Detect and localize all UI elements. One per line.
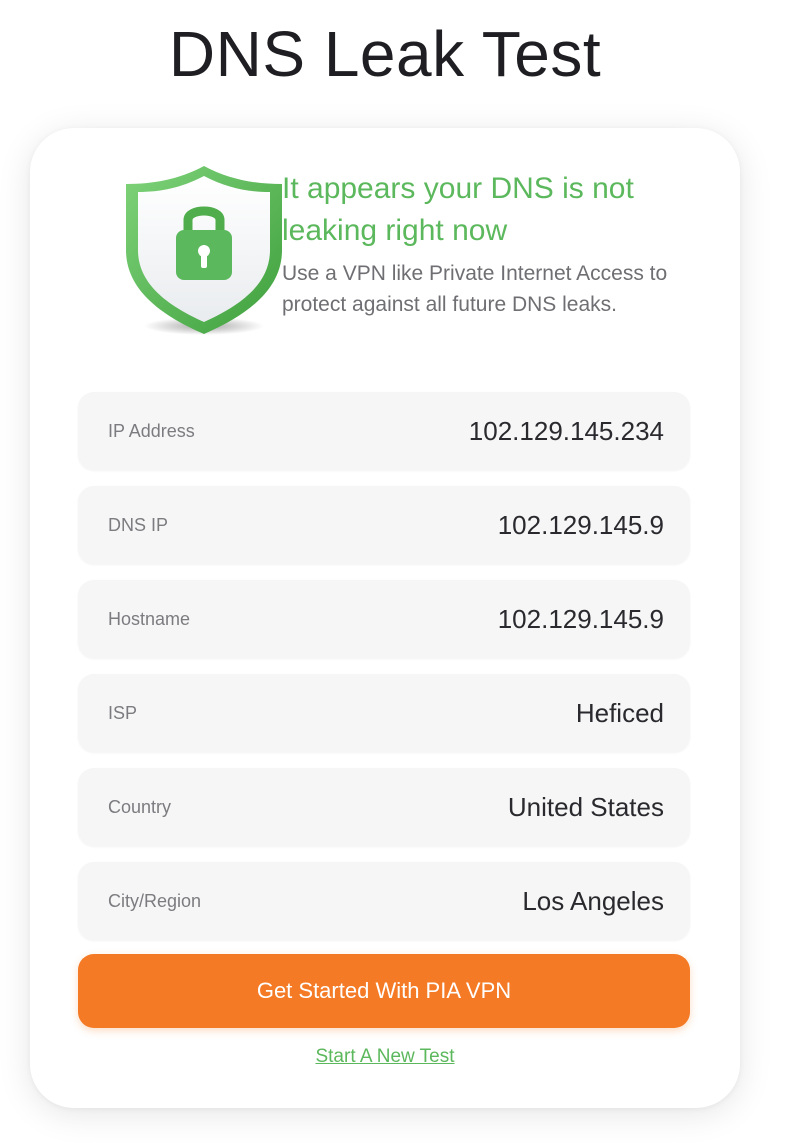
- detail-row-ip-address: IP Address 102.129.145.234: [78, 392, 690, 470]
- detail-row-dns-ip: DNS IP 102.129.145.9: [78, 486, 690, 564]
- detail-label: City/Region: [108, 891, 202, 911]
- status-description: Use a VPN like Private Internet Access t…: [282, 262, 668, 316]
- status-message: It appears your DNS is not leaking right…: [282, 168, 702, 320]
- detail-label: ISP: [108, 703, 138, 723]
- detail-row-city-region: City/Region Los Angeles: [78, 862, 690, 940]
- page-title: DNS Leak Test: [168, 18, 602, 90]
- shield-lock-icon: [126, 166, 282, 335]
- detail-value: 102.129.145.9: [497, 510, 664, 540]
- detail-label: Country: [108, 797, 172, 817]
- detail-row-country: Country United States: [78, 768, 690, 846]
- page: DNS Leak Test It appears your DNS is not…: [0, 0, 788, 1143]
- details-list: IP Address 102.129.145.234 DNS IP 102.12…: [78, 392, 690, 956]
- result-card: It appears your DNS is not leaking right…: [30, 128, 740, 1108]
- get-started-button[interactable]: Get Started With PIA VPN: [78, 954, 690, 1028]
- detail-row-hostname: Hostname 102.129.145.9: [78, 580, 690, 658]
- detail-label: IP Address: [108, 421, 195, 441]
- status-headline: It appears your DNS is not leaking right…: [282, 172, 634, 247]
- detail-row-isp: ISP Heficed: [78, 674, 690, 752]
- detail-label: Hostname: [108, 609, 191, 629]
- start-new-test-link[interactable]: Start A New Test: [30, 1046, 740, 1068]
- detail-value: 102.129.145.9: [497, 604, 664, 634]
- detail-value: 102.129.145.234: [468, 416, 664, 446]
- detail-value: Los Angeles: [522, 886, 664, 916]
- detail-value: Heficed: [575, 698, 664, 728]
- detail-value: United States: [507, 792, 664, 822]
- detail-label: DNS IP: [108, 515, 169, 535]
